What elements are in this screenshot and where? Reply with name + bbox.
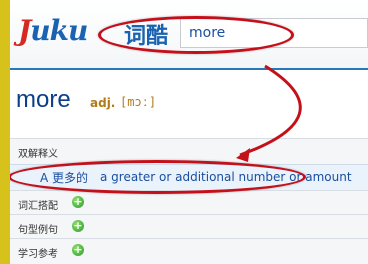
dictionary-page: Juku 词酷 more adj. [mɔː] 双解释义 A 更多的 a gre… xyxy=(10,0,368,264)
annotation-arrow-icon xyxy=(236,64,302,162)
